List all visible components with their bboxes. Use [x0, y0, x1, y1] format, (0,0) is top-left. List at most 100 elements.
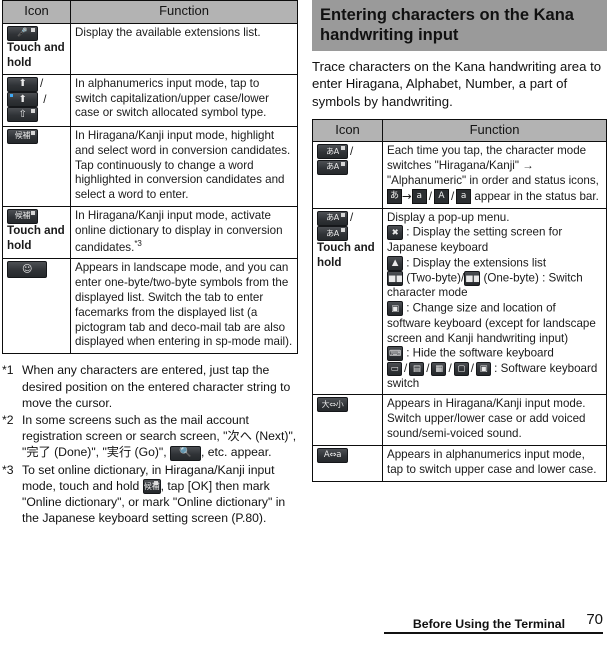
footnote-2: *2 In some screens such as the mail acco… [2, 412, 298, 461]
right-column: Entering characters on the Kana handwrit… [312, 0, 607, 482]
bullet-text: : Hide the software keyboard [406, 346, 554, 360]
kb-switch-handwriting-icon: ▢ [453, 361, 469, 376]
column-header-function: Function [70, 0, 298, 24]
footnote-text: To set online dictionary, in Hiragana/Ka… [22, 462, 298, 527]
column-header-icon: Icon [2, 0, 71, 24]
section-heading: Entering characters on the Kana handwrit… [312, 0, 607, 52]
icon-cell: 候補 Touch and hold [2, 205, 71, 260]
popup-bullet-extensions: ▲ : Display the extensions list [387, 255, 602, 271]
footnote-marker: *3 [134, 238, 142, 248]
upper-lower-key-label: A⇔a [323, 450, 342, 461]
shift-outline-key-icon: ⇧ [7, 107, 38, 123]
table-row: あA / あA Touch and hold Display a pop-up me… [312, 207, 607, 396]
kb-switch-phone-icon: ▭ [387, 361, 402, 376]
table-row: あA / あA Each time you tap, the character m… [312, 141, 607, 209]
conversion-candidate-key-icon: 候補 [7, 208, 38, 224]
char-mode-switch-key-icon-a: あA [317, 210, 348, 226]
icon-cell: 大⇔小 [312, 394, 383, 446]
footnote-text-part2: , etc. appear. [201, 445, 272, 460]
status-icon-upper-a: A [433, 189, 449, 205]
function-cell: Appears in landscape mode, and you can e… [70, 258, 298, 355]
popup-bullet-byte-mode: ■■ (Two-byte)/■■ (One-byte) : Switch cha… [387, 271, 602, 301]
status-icon-hiragana: あ [387, 189, 402, 205]
footer-page-number: 70 [586, 611, 603, 628]
footnote-marker: *1 [2, 363, 14, 378]
table-row: ⬆ / ⬆ / ⇧ In alphanumerics input mode, tap … [2, 73, 298, 127]
search-key-icon: 🔍 [170, 445, 201, 461]
popup-bullet-settings: ✖ : Display the setting screen for Japan… [387, 225, 602, 255]
large-small-key-icon: 大⇔小 [317, 397, 348, 413]
touch-and-hold-label: Touch and hold [317, 241, 375, 270]
footnote-1: *1 When any characters are entered, just… [2, 362, 298, 411]
function-cell: Each time you tap, the character mode sw… [382, 141, 607, 209]
icon-cell: あA / あA [312, 141, 383, 209]
bullet-text: : Change size and location of software k… [387, 301, 596, 345]
two-byte-key-icon: ■■ [387, 271, 403, 287]
footnote-3: *3 To set online dictionary, in Hiragana… [2, 462, 298, 527]
table-row: ☺ Appears in landscape mode, and you can… [2, 258, 298, 355]
icon-function-table-right: Icon Function あA / あA Each time you tap, t… [312, 118, 607, 482]
bullet-text: : Display the extensions list [406, 256, 547, 270]
function-text-line2: appear in the status bar. [474, 189, 599, 203]
conversion-candidate-key-icon: 候補 [142, 479, 161, 495]
table-row: 候補 Touch and hold In Hiragana/Kanji inpu… [2, 205, 298, 260]
kb-switch-grid-icon: ▦ [431, 361, 447, 376]
kb-switch-qwerty-icon: ▤ [409, 361, 425, 376]
footnotes-block: *1 When any characters are entered, just… [2, 362, 298, 526]
function-cell: In Hiragana/Kanji input mode, activate o… [70, 205, 298, 260]
table-row: A⇔a Appears in alphanumerics input mode,… [312, 444, 607, 482]
touch-and-hold-label: Touch and hold [7, 41, 65, 69]
icon-cell: 候補 [2, 125, 71, 207]
popup-bullet-hide-keyboard: ⌨ : Hide the software keyboard [387, 346, 602, 362]
shift-filled-key-icon: ⬆ [7, 76, 38, 92]
char-mode-switch-key-icon-a: あA [317, 144, 348, 160]
smiley-symbol-key-icon: ☺ [7, 261, 47, 279]
function-cell: Display a pop-up menu. ✖ : Display the s… [382, 207, 607, 396]
popup-bullet-resize: ▣ : Change size and location of software… [387, 301, 602, 346]
footer-chapter-title: Before Using the Terminal [412, 617, 565, 631]
function-cell: In Hiragana/Kanji input mode, highlight … [70, 125, 298, 207]
manual-page: Icon Function 🎤 Touch and hold Display t… [0, 0, 609, 645]
footnote-text: In some screens such as the mail account… [22, 412, 298, 461]
bullet-text: (Two-byte)/ [406, 271, 465, 285]
settings-key-icon: ✖ [387, 225, 403, 241]
column-header-function: Function [382, 118, 607, 143]
table-header-row: Icon Function [2, 0, 298, 24]
function-cell: Appears in alphanumerics input mode, tap… [382, 444, 607, 482]
left-column: Icon Function 🎤 Touch and hold Display t… [2, 0, 298, 528]
popup-menu-intro: Display a pop-up menu. [387, 210, 510, 224]
shift-caps-key-icon: ⬆ [7, 92, 38, 108]
footnote-marker: *2 [2, 412, 14, 427]
conversion-candidate-key-icon: 候補 [7, 128, 38, 144]
char-mode-switch-key-icon-b: あA [317, 226, 348, 242]
function-cell: Display the available extensions list. [70, 22, 298, 75]
table-header-row: Icon Function [312, 118, 607, 143]
large-small-key-label: 大⇔小 [321, 399, 344, 409]
page-footer: Before Using the Terminal 70 [0, 611, 609, 639]
icon-function-table-left: Icon Function 🎤 Touch and hold Display t… [2, 0, 298, 355]
upper-lower-key-icon: A⇔a [317, 447, 348, 463]
kb-switch-kana-handwriting-icon: ▣ [475, 361, 491, 376]
table-row: 大⇔小 Appears in Hiragana/Kanji input mode… [312, 394, 607, 446]
icon-cell: ⬆ / ⬆ / ⇧ [2, 73, 71, 127]
function-cell: In alphanumerics input mode, tap to swit… [70, 73, 298, 127]
column-header-icon: Icon [312, 118, 383, 143]
status-icon-lower-a: a [411, 189, 427, 205]
microphone-key-icon: 🎤 [7, 25, 38, 41]
function-cell: Appears in Hiragana/Kanji input mode. Sw… [382, 394, 607, 446]
status-icon-alpha-a: a [456, 189, 472, 205]
section-intro: Trace characters on the Kana handwriting… [312, 59, 602, 109]
touch-and-hold-label: Touch and hold [7, 224, 65, 253]
footer-rule [384, 632, 603, 634]
one-byte-key-icon: ■■ [464, 271, 481, 287]
char-mode-switch-key-icon-b: あA [317, 159, 348, 175]
icon-cell: A⇔a [312, 444, 383, 482]
icon-cell: 🎤 Touch and hold [2, 22, 71, 75]
footnote-text: When any characters are entered, just ta… [22, 363, 291, 410]
bullet-text: : Display the setting screen for Japanes… [387, 226, 563, 254]
popup-bullet-keyboard-switch: ▭ / ▤ / ▦ / ▢ / ▣ : Software keyboard switch [387, 361, 598, 390]
table-row: 候補 In Hiragana/Kanji input mode, highlig… [2, 125, 298, 207]
function-text: In Hiragana/Kanji input mode, activate o… [75, 208, 283, 254]
resize-key-icon: ▣ [387, 301, 403, 317]
icon-cell: あA / あA Touch and hold [312, 207, 383, 396]
